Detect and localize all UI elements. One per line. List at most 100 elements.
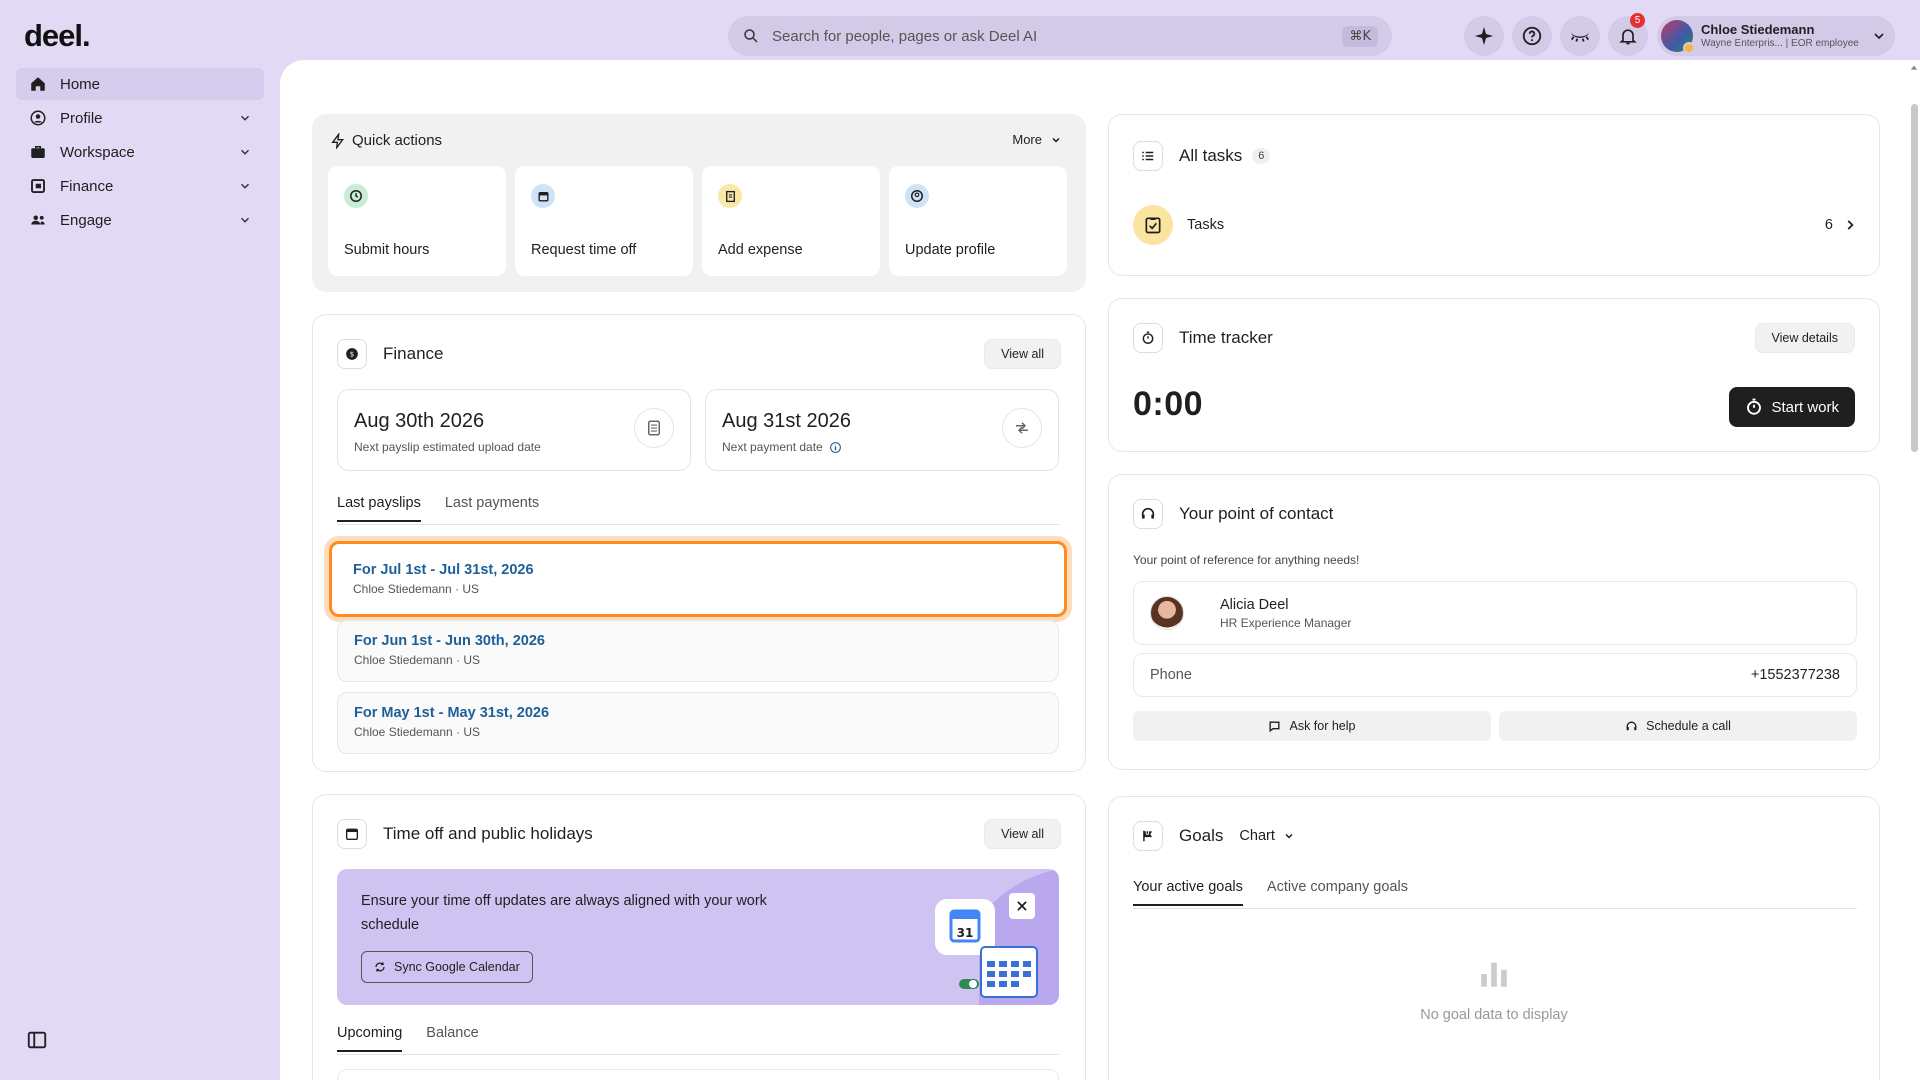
- schedule-call-button[interactable]: Schedule a call: [1499, 711, 1857, 741]
- global-search[interactable]: ⌘K: [728, 16, 1392, 56]
- time-off-title: Time off and public holidays: [383, 824, 593, 843]
- scroll-up-arrow-icon[interactable]: [1910, 64, 1918, 72]
- chevron-down-icon: [1285, 833, 1293, 839]
- submit-hours-tile[interactable]: Submit hours: [328, 166, 506, 276]
- tab-divider: [337, 1054, 1059, 1055]
- close-button[interactable]: [1009, 893, 1035, 919]
- briefcase-icon: [28, 142, 48, 162]
- more-label: More: [1012, 132, 1042, 147]
- search-input[interactable]: [772, 27, 1343, 45]
- scrollbar-thumb[interactable]: [1911, 104, 1918, 452]
- home-icon: [28, 74, 48, 94]
- tile-label: Add expense: [718, 242, 803, 258]
- avatar: [1661, 20, 1695, 54]
- time-off-tabs: Upcoming Balance: [337, 1025, 479, 1052]
- tab-your-active-goals[interactable]: Your active goals: [1133, 879, 1243, 906]
- payslip-row[interactable]: For Jul 1st - Jul 31st, 2026 Chloe Stied…: [329, 541, 1067, 617]
- ai-sparkle-button[interactable]: [1464, 16, 1504, 56]
- phone-label: Phone: [1150, 667, 1192, 683]
- sidebar-item-label: Engage: [60, 211, 112, 229]
- add-expense-tile[interactable]: Add expense: [702, 166, 880, 276]
- tab-divider: [337, 524, 1059, 525]
- tab-balance[interactable]: Balance: [426, 1025, 478, 1052]
- tile-label: Submit hours: [344, 242, 430, 258]
- user-menu[interactable]: Chloe Stiedemann Wayne Enterpris... | EO…: [1657, 16, 1895, 56]
- sync-google-calendar-button[interactable]: Sync Google Calendar: [361, 951, 533, 983]
- tasks-row-count: 6: [1824, 217, 1833, 233]
- bell-icon: [1619, 29, 1637, 45]
- user-icon: [905, 184, 929, 208]
- sidebar-toggle-icon[interactable]: [26, 1029, 48, 1051]
- checklist-icon: [1133, 205, 1173, 245]
- goals-view-label: Chart: [1239, 828, 1275, 844]
- finance-card: $ Finance View all Aug 30th 2026 Next pa…: [312, 314, 1086, 772]
- phone-row: Phone +1552377238: [1133, 653, 1857, 697]
- time-off-view-all-button[interactable]: View all: [984, 819, 1061, 849]
- request-time-off-tile[interactable]: Request time off: [515, 166, 693, 276]
- contact-role: HR Experience Manager: [1220, 615, 1352, 630]
- finance-title: Finance: [383, 344, 444, 363]
- payslip-title: For May 1st - May 31st, 2026: [354, 705, 550, 721]
- banner-text: Ensure your time off updates are always …: [361, 893, 767, 933]
- payslip-subtitle: Chloe Stiedemann · US: [353, 582, 480, 596]
- tasks-title: All tasks: [1179, 146, 1243, 165]
- sidebar-item-label: Home: [60, 75, 101, 93]
- tab-active-company-goals[interactable]: Active company goals: [1267, 879, 1408, 906]
- payslip-title: For Jun 1st - Jun 30th, 2026: [354, 633, 545, 649]
- phone-value[interactable]: +1552377238: [1751, 667, 1840, 683]
- flag-icon: [1133, 821, 1163, 851]
- payslip-date-label-text: Next payslip estimated upload date: [354, 440, 541, 454]
- tasks-count-badge: 6: [1252, 148, 1271, 164]
- poc-title: Your point of contact: [1179, 504, 1334, 523]
- sidebar-item-home[interactable]: Home: [16, 68, 264, 100]
- finance-view-all-button[interactable]: View all: [984, 339, 1061, 369]
- tab-upcoming[interactable]: Upcoming: [337, 1025, 403, 1052]
- payslip-row[interactable]: For Jun 1st - Jun 30th, 2026 Chloe Stied…: [337, 620, 1059, 682]
- focus-mode-button[interactable]: [1560, 16, 1600, 56]
- calendar-illustration: 31: [935, 869, 1059, 1005]
- sidebar-item-engage[interactable]: Engage: [16, 204, 264, 236]
- quick-actions-title: Quick actions: [352, 132, 443, 149]
- time-tracker-header: Time tracker: [1133, 323, 1273, 353]
- payment-date: Aug 31st 2026: [722, 410, 851, 432]
- next-payment-card: Aug 31st 2026 Next payment date: [705, 389, 1059, 471]
- sidebar-item-label: Workspace: [60, 143, 135, 161]
- sync-icon: [375, 962, 385, 972]
- timer-display: 0:00: [1133, 385, 1204, 423]
- contact-avatar: [1150, 596, 1184, 630]
- sidebar: Home Profile Workspace Finance Engage: [16, 68, 264, 238]
- chevron-right-icon: [1847, 220, 1854, 230]
- sidebar-item-profile[interactable]: Profile: [16, 102, 264, 134]
- help-button[interactable]: [1512, 16, 1552, 56]
- view-details-button[interactable]: View details: [1754, 323, 1855, 353]
- deel-logo[interactable]: deel.: [24, 18, 91, 54]
- notifications-button[interactable]: 5: [1608, 13, 1648, 56]
- tasks-row[interactable]: Tasks 6: [1133, 205, 1857, 245]
- calendar-day-number: 31: [957, 926, 974, 940]
- info-icon[interactable]: [829, 441, 842, 454]
- start-work-button[interactable]: Start work: [1729, 387, 1855, 427]
- status-dot: [1683, 42, 1695, 54]
- sidebar-item-workspace[interactable]: Workspace: [16, 136, 264, 168]
- payslip-subtitle: Chloe Stiedemann · US: [354, 725, 481, 739]
- finance-header: $ Finance: [337, 339, 443, 369]
- chat-icon: [1269, 720, 1280, 732]
- time-off-card: Time off and public holidays View all En…: [312, 794, 1086, 1080]
- chevron-down-icon: [240, 115, 250, 121]
- tab-last-payments[interactable]: Last payments: [445, 495, 539, 522]
- goals-card: Goals Chart Your active goals Active com…: [1108, 796, 1880, 1080]
- tab-last-payslips[interactable]: Last payslips: [337, 495, 421, 522]
- payslip-row[interactable]: For May 1st - May 31st, 2026 Chloe Stied…: [337, 692, 1059, 754]
- chevron-down-icon: [240, 183, 250, 189]
- sidebar-item-finance[interactable]: Finance: [16, 170, 264, 202]
- ask-for-help-button[interactable]: Ask for help: [1133, 711, 1491, 741]
- update-profile-tile[interactable]: Update profile: [889, 166, 1067, 276]
- contact-person[interactable]: Alicia Deel HR Experience Manager: [1133, 581, 1857, 645]
- more-dropdown[interactable]: More: [1012, 132, 1062, 147]
- payslip-title: For Jul 1st - Jul 31st, 2026: [353, 562, 534, 578]
- main-content: Quick actions More Submit hours Request …: [280, 60, 1920, 1080]
- goals-view-dropdown[interactable]: Chart: [1239, 828, 1294, 844]
- tile-label: Update profile: [905, 242, 996, 258]
- close-icon: [1017, 901, 1027, 911]
- sync-button-label: Sync Google Calendar: [394, 960, 520, 974]
